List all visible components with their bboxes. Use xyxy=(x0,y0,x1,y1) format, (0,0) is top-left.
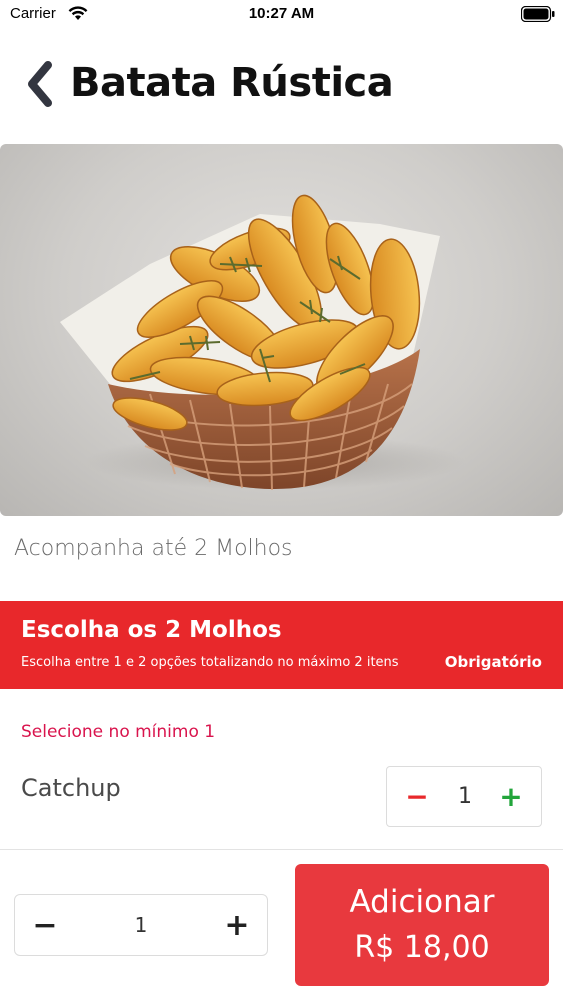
back-button[interactable] xyxy=(20,58,60,110)
section-subtitle: Escolha entre 1 e 2 opções totalizando n… xyxy=(21,655,399,670)
minimum-selection-note: Selecione no mínimo 1 xyxy=(21,722,216,742)
required-badge: Obrigatório xyxy=(444,653,542,671)
options-section-header: Escolha os 2 Molhos Escolha entre 1 e 2 … xyxy=(0,601,563,689)
status-bar: Carrier 10:27 AM xyxy=(0,0,563,30)
navigation-header: Batata Rústica xyxy=(0,56,563,114)
add-button-price: R$ 18,00 xyxy=(354,930,490,965)
item-decrement-button[interactable]: − xyxy=(15,895,75,955)
add-to-cart-button[interactable]: Adicionar R$ 18,00 xyxy=(295,864,549,986)
option-decrement-button[interactable]: − xyxy=(391,767,443,826)
option-quantity-stepper: − 1 + xyxy=(386,766,542,827)
footer-divider xyxy=(0,849,563,850)
product-image xyxy=(0,144,563,516)
chevron-left-icon xyxy=(28,61,52,107)
option-increment-button[interactable]: + xyxy=(485,767,537,826)
status-time: 10:27 AM xyxy=(248,5,315,22)
page-title: Batata Rústica xyxy=(70,60,394,106)
item-increment-button[interactable]: + xyxy=(207,895,267,955)
battery-icon xyxy=(521,6,555,22)
product-description: Acompanha até 2 Molhos xyxy=(14,536,293,561)
option-name: Catchup xyxy=(21,774,121,802)
add-button-label: Adicionar xyxy=(349,884,495,920)
option-quantity-value: 1 xyxy=(458,784,472,809)
potato-wedges-illustration xyxy=(60,194,465,491)
item-quantity-stepper: − 1 + xyxy=(14,894,268,956)
item-quantity-value: 1 xyxy=(134,913,148,937)
section-title: Escolha os 2 Molhos xyxy=(21,617,282,643)
option-row-catchup: Catchup − 1 + xyxy=(0,766,563,846)
